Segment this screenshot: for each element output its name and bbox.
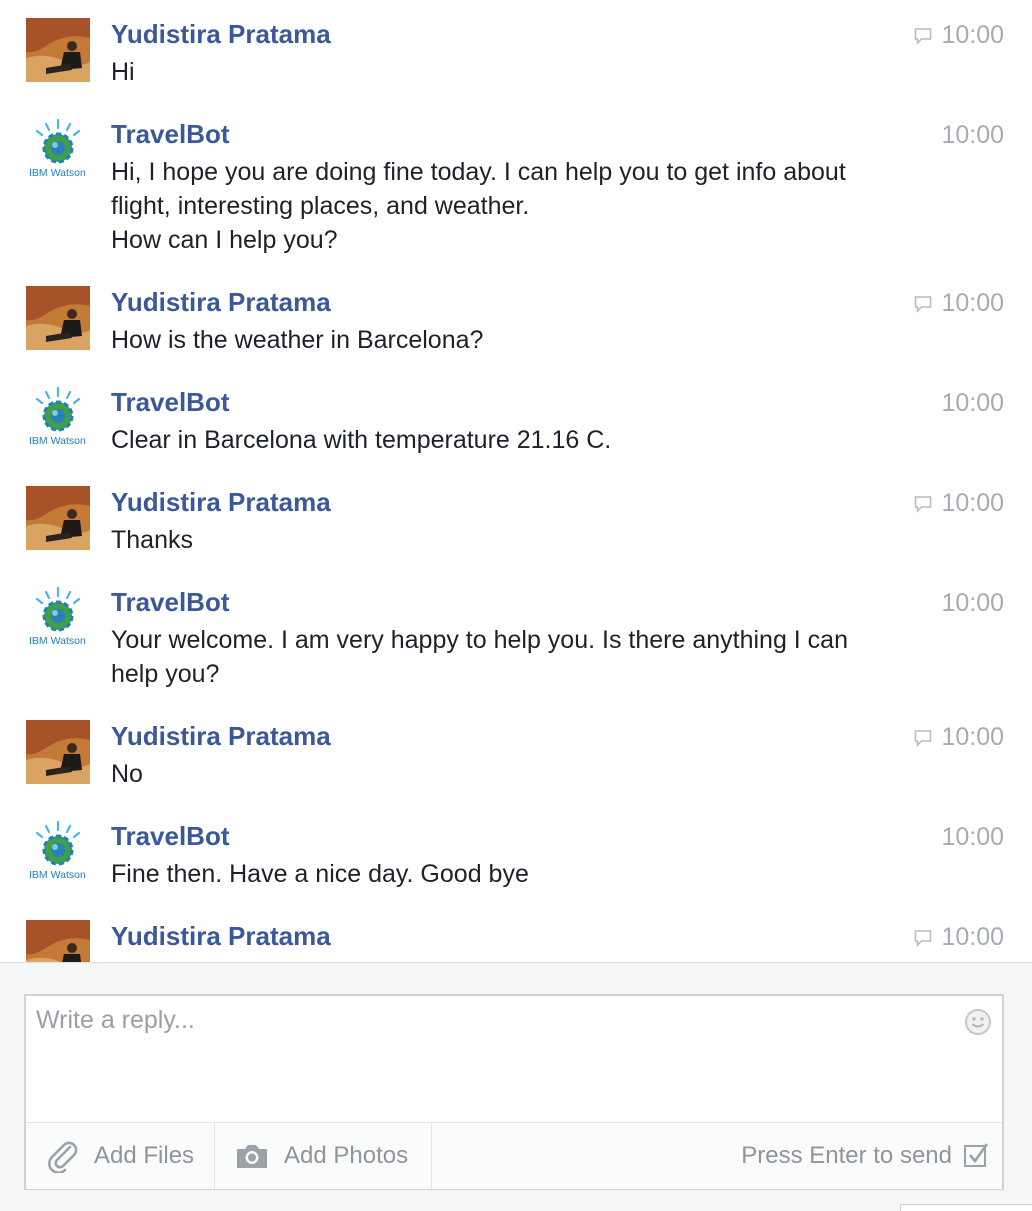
user-avatar[interactable] [26,286,90,350]
message-bubble-icon [914,496,932,513]
message-line: Hi [111,58,135,86]
ibm-watson-logo: IBM Watson [29,820,86,881]
reply-composer: Add Files Add Photos Press Enter to send [24,994,1004,1190]
message-bubble-icon [914,296,932,313]
user-photo [26,18,90,82]
ibm-watson-logo: IBM Watson [29,586,86,647]
conversation-thread: Yudistira Pratama Hi 10:00 IBM Watson Travel… [0,0,1032,962]
message-text: Fine then. Have a nice day. Good bye [111,857,911,891]
sender-name[interactable]: TravelBot [111,819,230,853]
ibm-watson-logo: IBM Watson [29,386,86,447]
user-avatar[interactable] [26,720,90,784]
message-text: No [111,757,911,791]
user-photo [26,720,90,784]
sender-name[interactable]: TravelBot [111,117,230,151]
add-photos-label: Add Photos [284,1142,409,1169]
bot-message: IBM Watson TravelBot Clear in Barcelona wi… [0,386,1032,486]
reply-input[interactable] [36,1006,956,1106]
bot-avatar[interactable]: IBM Watson [26,820,90,884]
message-time: 10:00 [941,823,1004,851]
ibm-watson-label: IBM Watson [29,869,86,881]
sender-name[interactable]: Yudistira Pratama [111,17,331,51]
user-message: Yudistira Pratama No 10:00 [0,720,1032,820]
message-text: Your welcome. I am very happy to help yo… [111,623,911,691]
add-files-button[interactable]: Add Files [46,1123,215,1189]
message-line: How can I help you? [111,226,338,254]
message-line: flight, interesting places, and weather. [111,192,530,220]
message-time: 10:00 [941,289,1004,317]
message-time: 10:00 [941,589,1004,617]
message-text: Thanks [111,523,911,557]
message-time: 10:00 [941,389,1004,417]
user-photo [26,486,90,550]
user-message: Yudistira Pratama Hi 10:00 [0,18,1032,118]
ibm-watson-label: IBM Watson [29,435,86,447]
user-message: Yudistira Pratama 10:00 [0,920,1032,962]
message-bubble-icon [914,730,932,747]
user-photo [26,286,90,350]
message-time: 10:00 [941,21,1004,49]
add-files-label: Add Files [94,1142,195,1169]
user-avatar[interactable] [26,920,90,962]
bot-avatar[interactable]: IBM Watson [26,118,90,182]
sender-name[interactable]: TravelBot [111,585,230,619]
camera-icon [237,1145,267,1168]
message-time: 10:00 [941,723,1004,751]
bot-message: IBM Watson TravelBot Fine then. Have a nic… [0,820,1032,920]
press-enter-label: Press Enter to send [741,1142,952,1169]
message-line: No [111,760,143,788]
press-enter-checkbox[interactable] [964,1143,988,1167]
user-avatar[interactable] [26,486,90,550]
paperclip-icon [48,1141,78,1173]
emoji-icon[interactable] [964,1008,992,1036]
sender-name[interactable]: TravelBot [111,385,230,419]
message-bubble-icon [914,28,932,45]
message-line: Clear in Barcelona with temperature 21.1… [111,426,612,454]
message-time: 10:00 [941,489,1004,517]
user-photo [26,920,90,962]
composer-toolbar: Add Files Add Photos Press Enter to send [26,1122,1002,1189]
bot-message: IBM Watson TravelBot Hi, I hope you are do… [0,117,1032,254]
message-line: help you? [111,660,220,688]
message-line: Thanks [111,526,193,554]
message-time: 10:00 [941,923,1004,951]
sender-name[interactable]: Yudistira Pratama [111,285,331,319]
user-message: Yudistira Pratama Thanks 10:00 [0,486,1032,586]
ibm-watson-label: IBM Watson [29,167,86,179]
message-bubble-icon [914,930,932,947]
message-time: 10:00 [941,121,1004,149]
message-text: Hi, I hope you are doing fine today. I c… [111,155,911,257]
message-line: Hi, I hope you are doing fine today. I c… [111,158,846,186]
message-line: How is the weather in Barcelona? [111,326,484,354]
user-message: Yudistira Pratama How is the weather in B… [0,286,1032,386]
add-photos-button[interactable]: Add Photos [214,1123,432,1189]
sender-name[interactable]: Yudistira Pratama [111,719,331,753]
message-text: Clear in Barcelona with temperature 21.1… [111,423,911,457]
message-line: Your welcome. I am very happy to help yo… [111,626,848,654]
bot-message: IBM Watson TravelBot Your welcome. I am ve… [0,585,1032,688]
ibm-watson-label: IBM Watson [29,635,86,647]
bot-avatar[interactable]: IBM Watson [26,386,90,450]
user-avatar[interactable] [26,18,90,82]
sender-name[interactable]: Yudistira Pratama [111,485,331,519]
message-line: Fine then. Have a nice day. Good bye [111,860,529,888]
bot-avatar[interactable]: IBM Watson [26,586,90,650]
message-text: How is the weather in Barcelona? [111,323,911,357]
sender-name[interactable]: Yudistira Pratama [111,919,331,953]
ibm-watson-logo: IBM Watson [29,118,86,179]
message-text: Hi [111,55,911,89]
